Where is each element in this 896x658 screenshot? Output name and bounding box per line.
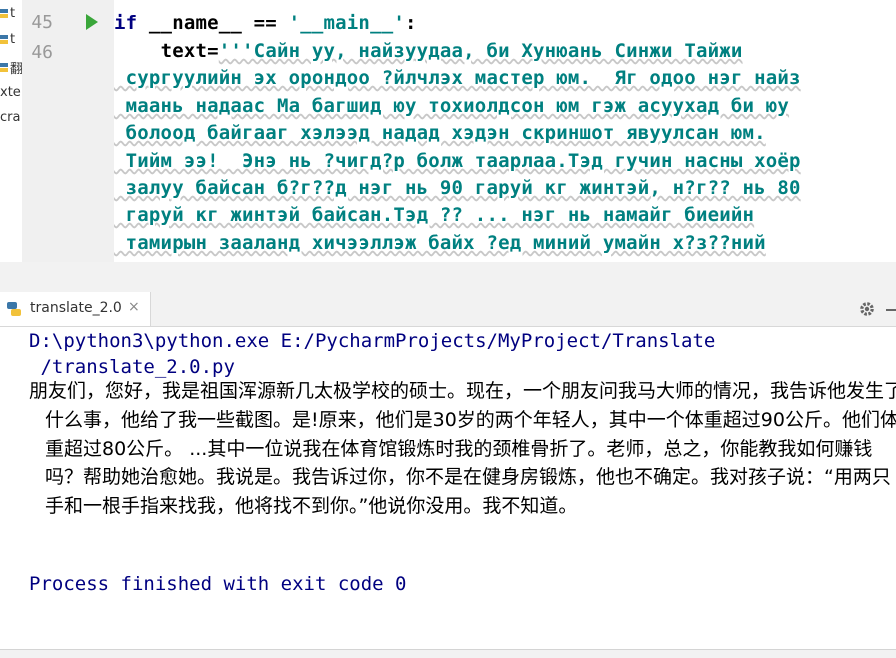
variable-text: text (160, 40, 208, 62)
project-tree: t t 翻 xte cra (0, 0, 23, 262)
command-line: D:\python3\python.exe E:/PycharmProjects… (29, 330, 716, 352)
keyword-if: if (114, 12, 138, 34)
tree-item-2[interactable]: t (0, 32, 22, 54)
tree-item-4[interactable]: xte (0, 85, 22, 107)
run-tab-label: translate_2.0 (30, 300, 122, 316)
python-file-icon (0, 35, 8, 44)
code-line-46: text='''Сайн уу, найзуудаа, би Хунюань С… (114, 38, 743, 65)
tree-item-1[interactable]: t (0, 6, 22, 28)
string-literal-start: '''Сайн уу, найзуудаа, би Хунюань Синжи … (218, 40, 743, 62)
colon: : (404, 12, 417, 34)
run-console[interactable]: D:\python3\python.exe E:/PycharmProjects… (0, 327, 896, 649)
program-output: 朋友们，您好，我是祖国浑源新几太极学校的硕士。现在，一个朋友问我马大师的情况，我… (29, 380, 896, 518)
run-tab[interactable]: translate_2.0 × (0, 292, 151, 326)
tree-item-3[interactable]: 翻 (0, 58, 22, 80)
minimize-icon[interactable] (886, 309, 896, 311)
string-continuation: болоод байгааг хэлээд надад хэдэн скринш… (114, 122, 766, 144)
tree-item-label: t (10, 32, 16, 47)
string-continuation: тамирын зааланд хичээллэж байх ?ед миний… (114, 232, 766, 254)
python-icon (7, 302, 21, 316)
string-continuation: Тийм ээ! Энэ нь ?чигд?р болж таарлаа.Тэд… (114, 150, 801, 172)
string-continuation: залуу байсан б?г??д нэг нь 90 гаруй кг ж… (114, 177, 801, 199)
tree-item-label: t (10, 6, 16, 21)
main-string: '__main__' (288, 12, 405, 34)
string-continuation: гаруй кг жинтэй байсан.Тэд ?? ... нэг нь… (114, 204, 755, 226)
string-continuation: сургуулийн эх орондоо ?йлчлэх мастер юм.… (114, 67, 801, 89)
process-finished-line: Process finished with exit code 0 (29, 573, 407, 595)
line-number: 46 (31, 42, 53, 63)
run-tool-header: translate_2.0 × (0, 292, 896, 327)
editor-horizontal-scroll-area[interactable] (0, 262, 896, 293)
close-icon[interactable]: × (128, 299, 140, 315)
dunder-name: __name__ (137, 12, 254, 34)
operator-eq: == (253, 12, 277, 34)
code-line-45: if __name__ == '__main__': (114, 10, 417, 37)
run-icon[interactable] (86, 14, 98, 30)
python-file-icon (0, 63, 8, 72)
tree-item-5[interactable]: cra (0, 110, 22, 132)
code-editor[interactable]: if __name__ == '__main__': text='''Сайн … (114, 0, 896, 262)
console-toolbar (0, 327, 22, 649)
tree-item-label: xte (0, 85, 21, 100)
string-continuation: маань надаас Ма багшид юу тохиолдсон юм … (114, 95, 790, 117)
line-number: 45 (31, 12, 53, 33)
gear-icon[interactable] (858, 300, 876, 318)
editor-gutter: 45 46 (22, 0, 131, 262)
operator-assign: = (207, 40, 219, 62)
tree-item-label: cra (0, 110, 21, 125)
python-file-icon (0, 9, 8, 18)
